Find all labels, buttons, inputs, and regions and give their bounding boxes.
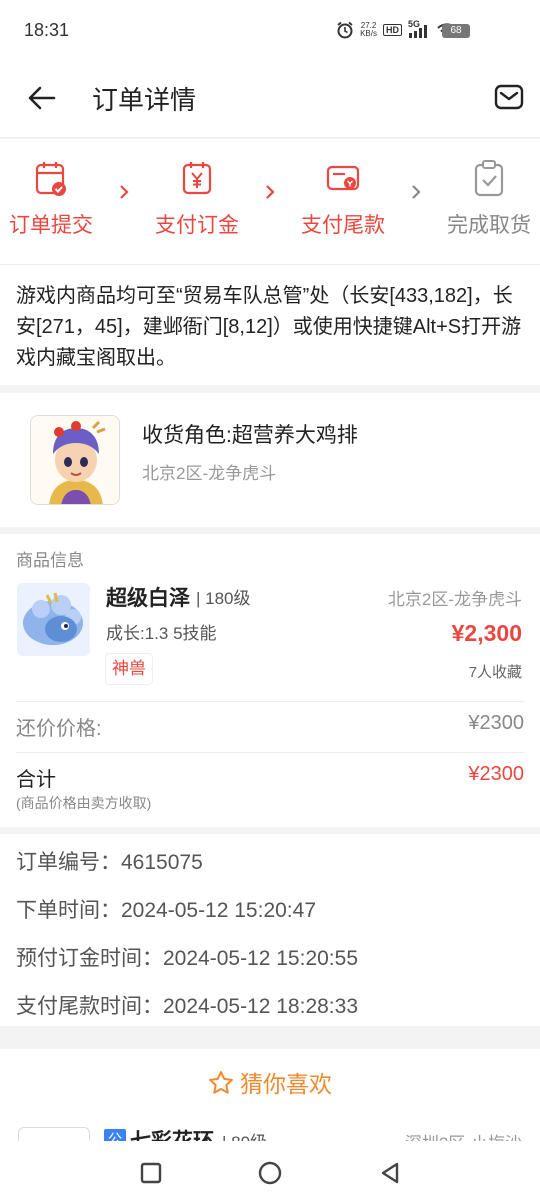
total-value: ¥2300 [468,763,524,785]
divider [16,752,524,753]
character-avatar [30,415,120,505]
final-payment-time: 支付尾款时间：2024-05-12 18:28:33 [16,995,358,1018]
step-label: 支付订金 [155,214,239,237]
system-nav-bar [0,1141,540,1204]
receiver-card: 收货角色:超营养大鸡排 北京2区-龙争虎斗 [0,393,540,527]
pickup-notice: 游戏内商品均可至“贸易车队总管”处（长安[433,182]，长安[271，45]… [0,264,540,385]
signal-icon: 5G [408,19,430,39]
calendar-check-icon [35,162,66,196]
order-info-section: 订单编号：4615075 下单时间：2024-05-12 15:20:47 预付… [0,834,540,1026]
page-title: 订单详情 [92,85,197,115]
clock: 18:31 [24,20,70,40]
back-arrow-icon[interactable] [26,82,58,114]
home-icon[interactable] [257,1160,283,1186]
divider [16,701,524,702]
pet-type-tag: 神兽 [105,653,153,685]
chevron-right-icon [266,185,275,199]
message-icon[interactable] [494,82,524,112]
receiver-name: 收货角色:超营养大鸡排 [142,424,358,447]
card-payment-icon [326,165,360,191]
order-progress-steps: 订单提交 支付订金 支付尾款 完成取货 [0,139,540,264]
step-final-paid: 支付尾款 [288,159,398,239]
step-pickup-complete: 完成取货 [434,159,540,239]
status-bar: 18:31 27.2 KB/s HD 5G 68 [0,0,540,62]
pet-growth: 成长:1.3 5技能 [106,624,217,643]
chevron-right-icon [120,185,129,199]
step-label: 完成取货 [447,214,531,237]
bargain-price-label: 还价价格: [16,718,102,740]
receiver-server: 北京2区-龙争虎斗 [142,464,277,483]
order-time: 下单时间：2024-05-12 15:20:47 [16,899,316,922]
goods-info-section: 商品信息 超级白泽 | 180级 北京2区-龙争虎斗 成长:1.3 5技能 ¥2… [0,534,540,827]
recent-apps-icon[interactable] [138,1160,164,1186]
section-title: 商品信息 [16,551,84,570]
pet-name: 超级白泽 [106,587,190,610]
total-label: 合计 [16,769,56,791]
recommendations-section: 猜你喜欢 公 七彩花环 | 80级 深圳2区-小梅沙 [0,1049,540,1167]
pet-level: | 180级 [196,589,251,608]
pet-image[interactable] [17,583,90,656]
total-note: (商品价格由卖方收取) [16,795,152,811]
recommendations-title: 猜你喜欢 [0,1065,540,1099]
step-deposit-paid: 支付订金 [142,159,252,239]
pet-server: 北京2区-龙争虎斗 [387,590,522,609]
pet-price: ¥2,300 [451,620,522,646]
deposit-time: 预付订金时间：2024-05-12 15:20:55 [16,947,358,970]
order-number: 订单编号：4615075 [16,851,203,874]
back-nav-icon[interactable] [377,1160,403,1186]
bargain-price-value: ¥2300 [468,712,524,734]
star-icon [209,1071,233,1094]
status-icons: 27.2 KB/s HD 5G [336,19,458,39]
step-label: 订单提交 [9,214,93,237]
calendar-yen-icon [182,162,212,195]
net-speed: 27.2 KB/s [360,21,377,38]
clipboard-check-icon [474,160,504,197]
step-order-submitted: 订单提交 [0,159,106,239]
favorite-count: 7人收藏 [468,664,522,681]
step-label: 支付尾款 [301,214,385,237]
app-header: 订单详情 [0,62,540,138]
chevron-right-icon [412,185,421,199]
alarm-icon [337,21,353,39]
battery-icon: 68 [442,24,470,38]
hd-icon: HD [383,24,402,36]
